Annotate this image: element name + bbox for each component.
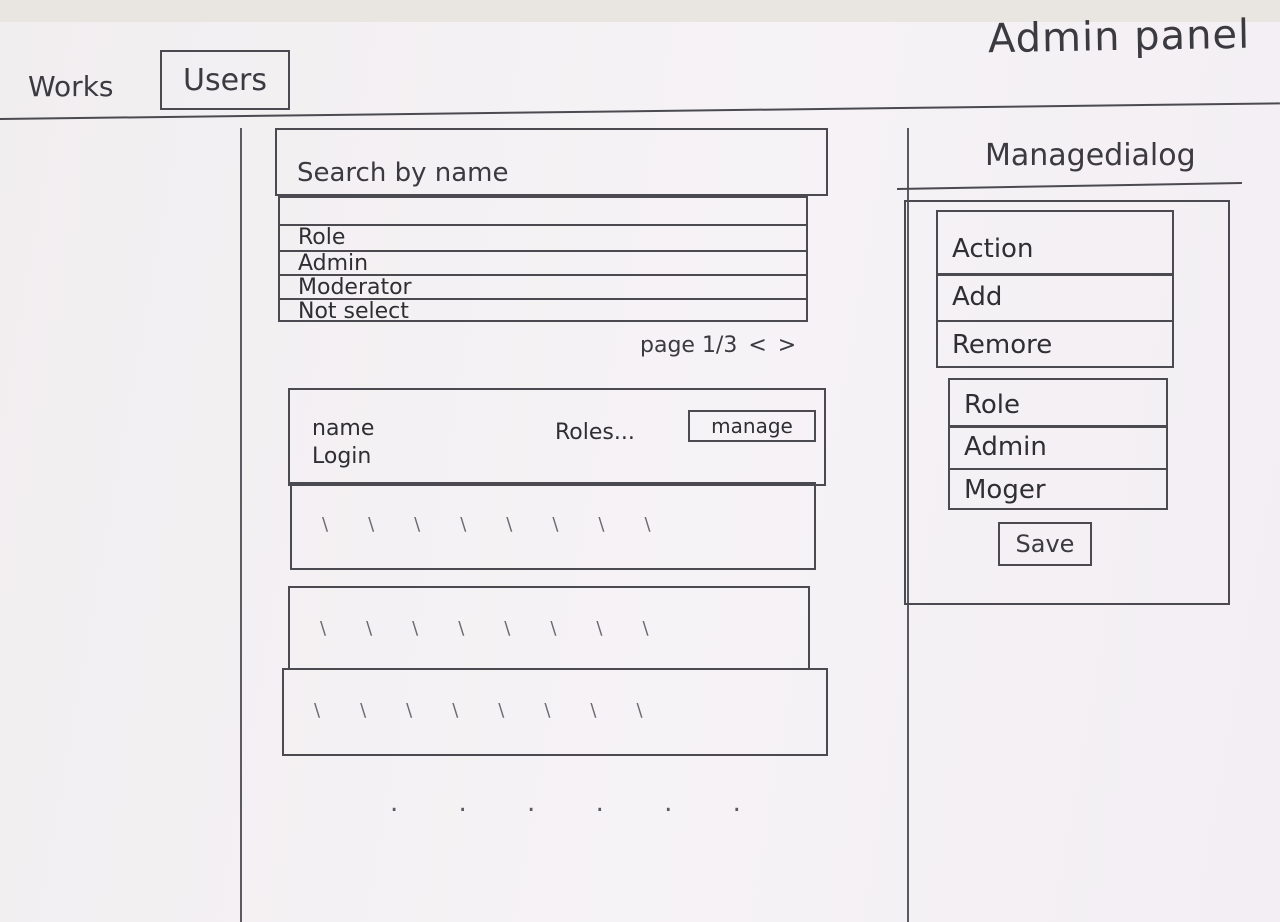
user-card-placeholder: \\\\\\\\ — [282, 668, 828, 756]
manage-button[interactable]: manage — [688, 410, 816, 442]
page-indicator: page 1/3 — [640, 333, 738, 358]
search-input[interactable]: Search by name — [275, 128, 828, 196]
role-option-admin[interactable]: Admin — [280, 250, 806, 276]
role-option-moderator[interactable]: Moderator — [280, 274, 806, 300]
action-add[interactable]: Add — [938, 276, 1172, 320]
user-roles: Roles... — [555, 420, 635, 445]
role-filter-select[interactable]: Role Admin Moderator Not select — [278, 196, 808, 324]
action-remove[interactable]: Remore — [938, 320, 1172, 368]
prev-page-button[interactable]: < — [748, 333, 766, 358]
role-filter-label: Role — [280, 224, 806, 250]
dialog-role-admin[interactable]: Admin — [950, 428, 1166, 468]
header: Admin panel Works Users — [0, 0, 1280, 140]
dialog-role-list[interactable]: Role Admin Moger — [948, 378, 1168, 510]
app-title: Admin panel — [987, 11, 1251, 63]
user-login: Login — [312, 444, 372, 469]
placeholder-scribble: \\\\\\\\ — [322, 514, 691, 535]
user-card-placeholder: \\\\\\\\ — [288, 586, 810, 670]
user-name: name — [312, 416, 375, 441]
user-card-placeholder: \\\\\\\\ — [290, 482, 816, 570]
nav-tab-users[interactable]: Users — [160, 50, 290, 110]
more-indicator: . . . . . . — [390, 788, 767, 818]
placeholder-scribble: \\\\\\\\ — [314, 700, 683, 721]
dialog-role-moger[interactable]: Moger — [950, 468, 1166, 510]
action-list[interactable]: Action Add Remore — [936, 210, 1174, 368]
dialog-title: Managedialog — [985, 138, 1196, 173]
role-option-not-select[interactable]: Not select — [280, 298, 806, 324]
placeholder-scribble: \\\\\\\\ — [320, 618, 689, 639]
action-list-header: Action — [938, 224, 1172, 276]
pagination: page 1/3 < > — [636, 333, 796, 358]
next-page-button[interactable]: > — [778, 333, 796, 358]
user-card: name Login Roles... manage — [288, 388, 826, 486]
save-button[interactable]: Save — [998, 522, 1092, 566]
nav-tab-works[interactable]: Works — [28, 70, 114, 103]
dialog-role-list-header: Role — [950, 384, 1166, 428]
